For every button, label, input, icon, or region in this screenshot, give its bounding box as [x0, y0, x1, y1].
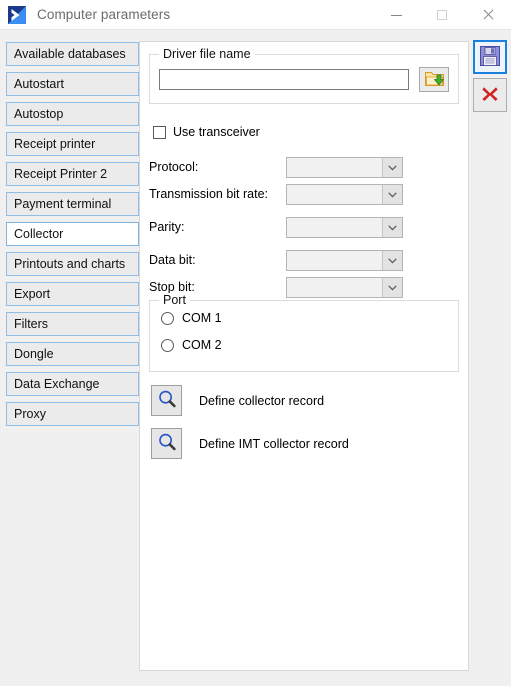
protocol-label: Protocol:: [149, 160, 199, 174]
stop-bit-select[interactable]: [286, 277, 403, 298]
port-option-com2-label: COM 2: [182, 338, 222, 352]
define-imt-collector-record-label: Define IMT collector record: [199, 436, 349, 451]
sidebar-item-data-exchange[interactable]: Data Exchange: [6, 372, 139, 396]
sidebar-item-label: Autostart: [14, 77, 65, 91]
sidebar-item-collector[interactable]: Collector: [6, 222, 139, 246]
magnifier-icon: [157, 389, 177, 412]
parity-value: [287, 218, 382, 237]
sidebar-item-label: Filters: [14, 317, 49, 331]
sidebar-item-label: Payment terminal: [14, 197, 112, 211]
sidebar-item-export[interactable]: Export: [6, 282, 139, 306]
magnifier-icon: [157, 432, 177, 455]
app-chevron-icon: [7, 5, 27, 25]
chevron-down-icon: [382, 185, 402, 204]
driver-file-name-group: Driver file name: [149, 47, 459, 104]
chevron-down-icon: [382, 278, 402, 297]
window-controls: [373, 0, 511, 30]
port-group-title: Port: [159, 293, 190, 307]
sidebar-item-filters[interactable]: Filters: [6, 312, 139, 336]
maximize-button[interactable]: [419, 0, 465, 30]
protocol-select[interactable]: [286, 157, 403, 178]
save-button[interactable]: [473, 40, 507, 74]
chevron-down-icon: [382, 251, 402, 270]
transmission-bit-rate-label: Transmission bit rate:: [149, 187, 269, 201]
transmission-bit-rate-row: Transmission bit rate:: [149, 184, 461, 205]
cancel-button[interactable]: [473, 78, 507, 112]
port-option-com2[interactable]: COM 2: [161, 338, 222, 352]
stop-bit-value: [287, 278, 382, 297]
sidebar-item-label: Printouts and charts: [14, 257, 126, 271]
protocol-row: Protocol:: [149, 157, 461, 178]
minimize-icon: [390, 14, 402, 16]
sidebar-item-dongle[interactable]: Dongle: [6, 342, 139, 366]
port-option-com1-label: COM 1: [182, 311, 222, 325]
sidebar-item-label: Collector: [14, 227, 64, 241]
data-bit-label: Data bit:: [149, 253, 196, 267]
sidebar-item-label: Autostop: [14, 107, 64, 121]
parity-label: Parity:: [149, 220, 185, 234]
parity-row: Parity:: [149, 217, 461, 238]
close-icon: [482, 8, 495, 21]
sidebar-item-available-databases[interactable]: Available databases: [6, 42, 139, 66]
sidebar-item-autostop[interactable]: Autostop: [6, 102, 139, 126]
define-collector-record-button[interactable]: [151, 385, 182, 416]
data-bit-select[interactable]: [286, 250, 403, 271]
transmission-bit-rate-value: [287, 185, 382, 204]
browse-driver-file-button[interactable]: [419, 67, 449, 92]
maximize-icon: [437, 9, 447, 20]
sidebar-tab-list: Available databases Autostart Autostop R…: [6, 42, 139, 432]
use-transceiver-label: Use transceiver: [173, 125, 260, 139]
sidebar-item-printouts-and-charts[interactable]: Printouts and charts: [6, 252, 139, 276]
folder-open-icon: [424, 70, 444, 90]
floppy-disk-icon: [479, 45, 501, 70]
driver-file-name-input[interactable]: [159, 69, 409, 90]
sidebar-item-payment-terminal[interactable]: Payment terminal: [6, 192, 139, 216]
collector-settings-panel: Driver file name Use transceiver Protoco…: [139, 41, 469, 671]
sidebar-item-proxy[interactable]: Proxy: [6, 402, 139, 426]
define-collector-record-row: Define collector record: [151, 385, 324, 416]
sidebar-item-label: Data Exchange: [14, 377, 100, 391]
minimize-button[interactable]: [373, 0, 419, 30]
parity-select[interactable]: [286, 217, 403, 238]
port-group: Port COM 1 COM 2: [149, 293, 459, 372]
window-title: Computer parameters: [37, 7, 171, 22]
define-imt-collector-record-row: Define IMT collector record: [151, 428, 349, 459]
port-option-com1[interactable]: COM 1: [161, 311, 222, 325]
use-transceiver-checkbox[interactable]: Use transceiver: [153, 125, 260, 139]
transmission-bit-rate-select[interactable]: [286, 184, 403, 205]
sidebar-item-label: Export: [14, 287, 51, 301]
sidebar-item-receipt-printer[interactable]: Receipt printer: [6, 132, 139, 156]
sidebar-item-autostart[interactable]: Autostart: [6, 72, 139, 96]
sidebar-item-receipt-printer-2[interactable]: Receipt Printer 2: [6, 162, 139, 186]
checkbox-box: [153, 125, 166, 139]
define-imt-collector-record-button[interactable]: [151, 428, 182, 459]
action-toolbar: [473, 40, 507, 116]
stop-bit-row: Stop bit:: [149, 277, 461, 298]
stop-bit-label: Stop bit:: [149, 280, 195, 294]
sidebar-item-label: Receipt Printer 2: [14, 167, 108, 181]
sidebar-item-label: Dongle: [14, 347, 54, 361]
protocol-value: [287, 158, 382, 177]
driver-file-name-group-title: Driver file name: [159, 47, 255, 61]
data-bit-value: [287, 251, 382, 270]
define-collector-record-label: Define collector record: [199, 393, 325, 408]
radio-circle: [161, 311, 174, 325]
close-button[interactable]: [465, 0, 511, 30]
radio-circle: [161, 338, 174, 352]
chevron-down-icon: [382, 158, 402, 177]
chevron-down-icon: [382, 218, 402, 237]
sidebar-item-label: Proxy: [14, 407, 46, 421]
data-bit-row: Data bit:: [149, 250, 461, 271]
title-bar: Computer parameters: [0, 0, 511, 30]
sidebar-item-label: Available databases: [14, 47, 126, 61]
red-x-icon: [480, 84, 500, 107]
sidebar-item-label: Receipt printer: [14, 137, 96, 151]
